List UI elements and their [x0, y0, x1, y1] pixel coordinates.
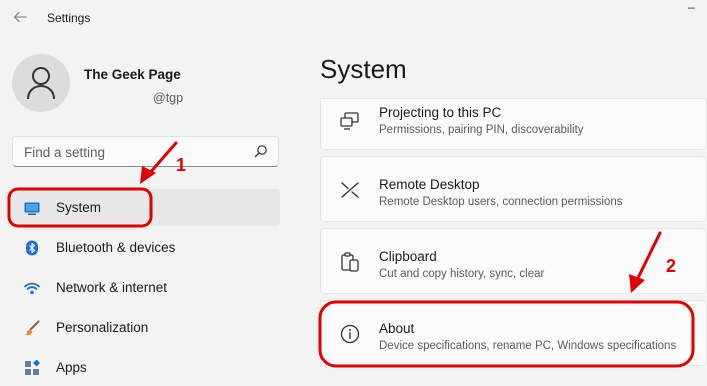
minimize-button[interactable]: –	[688, 1, 702, 16]
sidebar-item-label: Bluetooth & devices	[56, 240, 176, 255]
card-title: Projecting to this PC	[379, 105, 502, 120]
avatar[interactable]	[12, 54, 70, 112]
projecting-icon	[340, 112, 359, 130]
sidebar-item-apps[interactable]: Apps	[12, 349, 280, 386]
info-icon	[340, 324, 360, 344]
card-subtitle: Remote Desktop users, connection permiss…	[379, 196, 623, 208]
card-title: Remote Desktop	[379, 177, 480, 192]
page-title: System	[320, 54, 407, 84]
sidebar-item-personalization[interactable]: Personalization	[12, 309, 280, 346]
remote-desktop-icon	[341, 182, 359, 198]
card-title: Clipboard	[379, 249, 437, 264]
card-about[interactable]: About Device specifications, rename PC, …	[320, 300, 707, 366]
bluetooth-icon	[26, 240, 38, 256]
title-bar: Settings –	[0, 0, 707, 36]
search-icon[interactable]	[254, 144, 268, 158]
sidebar-item-label: Apps	[56, 360, 87, 375]
card-remote-desktop[interactable]: Remote Desktop Remote Desktop users, con…	[320, 156, 707, 222]
arrow-1-head	[140, 166, 156, 184]
card-subtitle: Permissions, pairing PIN, discoverabilit…	[379, 124, 584, 136]
sidebar-item-label: Personalization	[56, 320, 149, 335]
sidebar-item-label: System	[56, 200, 102, 215]
card-title: About	[379, 321, 415, 336]
card-subtitle: Cut and copy history, sync, clear	[379, 268, 545, 280]
card-projecting[interactable]: Projecting to this PC Permissions, pairi…	[320, 98, 707, 150]
system-display-icon	[24, 202, 40, 215]
sidebar-item-bluetooth[interactable]: Bluetooth & devices	[12, 229, 280, 266]
search-input[interactable]: Find a setting	[12, 136, 279, 167]
apps-icon	[25, 360, 40, 375]
annotation-step-2: 2	[666, 256, 677, 276]
user-name: The Geek Page	[84, 67, 181, 82]
brush-icon	[25, 320, 40, 336]
app-title: Settings	[47, 11, 91, 25]
person-icon	[27, 67, 55, 100]
sidebar-item-label: Network & internet	[56, 280, 168, 295]
search-placeholder: Find a setting	[24, 145, 106, 160]
clipboard-icon	[341, 252, 359, 272]
card-clipboard[interactable]: Clipboard Cut and copy history, sync, cl…	[320, 228, 707, 294]
back-arrow-icon[interactable]	[11, 9, 29, 27]
sidebar-item-network[interactable]: Network & internet	[12, 269, 280, 306]
card-subtitle: Device specifications, rename PC, Window…	[379, 340, 677, 352]
user-handle: @tgp	[153, 91, 184, 105]
wifi-icon	[24, 282, 40, 295]
annotation-step-1: 1	[176, 155, 187, 175]
sidebar-item-system[interactable]: System	[12, 189, 280, 226]
